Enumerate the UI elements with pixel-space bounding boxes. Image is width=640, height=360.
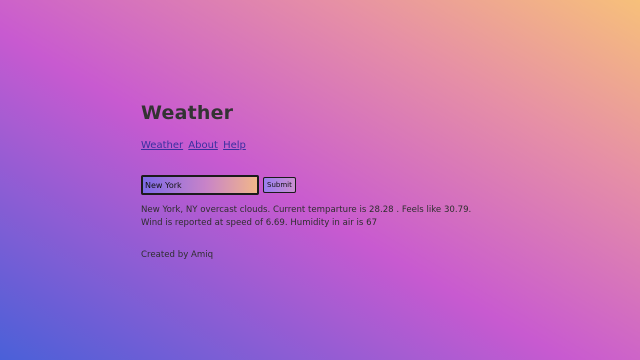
nav-links: Weather About Help xyxy=(141,139,561,153)
weather-result-line-1: New York, NY overcast clouds. Current te… xyxy=(141,205,472,215)
nav-link-weather[interactable]: Weather xyxy=(141,140,183,151)
weather-result: New York, NY overcast clouds. Current te… xyxy=(141,204,501,230)
nav-link-help[interactable]: Help xyxy=(223,140,246,151)
submit-button[interactable]: Submit xyxy=(263,177,296,193)
footer-credit: Created by Amiq xyxy=(141,250,214,260)
weather-result-line-2: Wind is reported at speed of 6.69. Humid… xyxy=(141,218,378,228)
page-title: Weather xyxy=(141,102,234,124)
main-content: Weather Weather About Help Submit New Yo… xyxy=(141,100,561,262)
nav-link-about[interactable]: About xyxy=(188,140,218,151)
location-input[interactable] xyxy=(141,175,259,195)
weather-form: Submit xyxy=(141,175,561,195)
